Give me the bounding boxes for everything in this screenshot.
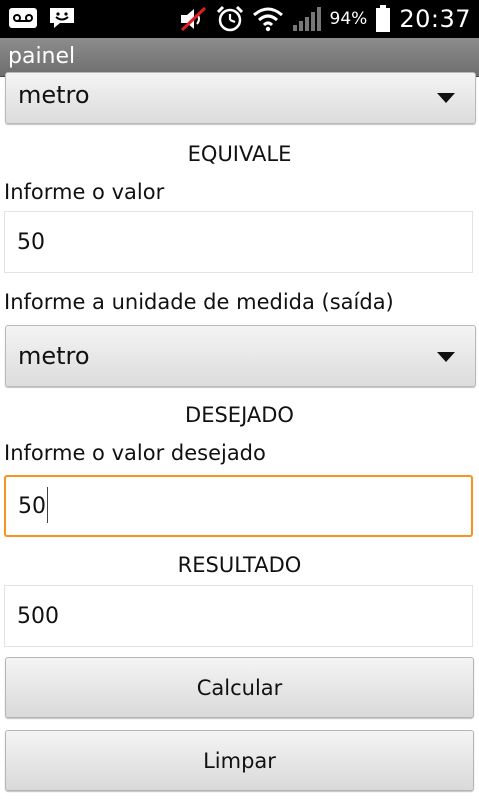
voicemail-icon xyxy=(8,6,38,30)
output-unit-value: metro xyxy=(18,342,90,370)
desired-label: Informe o valor desejado xyxy=(4,441,266,465)
app-title: painel xyxy=(8,44,76,69)
limpar-button[interactable]: Limpar xyxy=(5,730,474,791)
alarm-icon xyxy=(216,5,244,33)
signal-icon xyxy=(292,6,322,32)
battery-percent: 94% xyxy=(329,9,368,29)
mute-icon xyxy=(178,6,208,32)
text-cursor xyxy=(47,487,48,523)
output-unit-spinner[interactable]: metro xyxy=(5,325,476,387)
clock-time: 20:37 xyxy=(399,5,471,33)
value-label: Informe o valor xyxy=(4,180,165,204)
value-input[interactable] xyxy=(5,212,472,272)
chat-icon xyxy=(48,6,76,30)
input-unit-value: metro xyxy=(18,81,90,109)
result-output[interactable] xyxy=(5,586,472,646)
desired-value-input[interactable] xyxy=(6,477,471,535)
status-bar: 94% 20:37 xyxy=(0,0,479,38)
dropdown-arrow-icon xyxy=(437,352,455,362)
desejado-heading: DESEJADO xyxy=(185,403,294,427)
desired-value-field[interactable] xyxy=(4,475,473,537)
equivale-heading: EQUIVALE xyxy=(187,142,292,166)
battery-icon xyxy=(375,5,391,33)
resultado-heading: RESULTADO xyxy=(177,553,302,577)
result-field[interactable] xyxy=(4,585,473,647)
calcular-button[interactable]: Calcular xyxy=(5,657,474,718)
output-unit-label: Informe a unidade de medida (saída) xyxy=(4,290,394,314)
wifi-icon xyxy=(252,6,284,32)
dropdown-arrow-icon xyxy=(437,93,455,103)
input-unit-spinner[interactable]: metro xyxy=(5,72,476,124)
value-field[interactable] xyxy=(4,211,473,273)
